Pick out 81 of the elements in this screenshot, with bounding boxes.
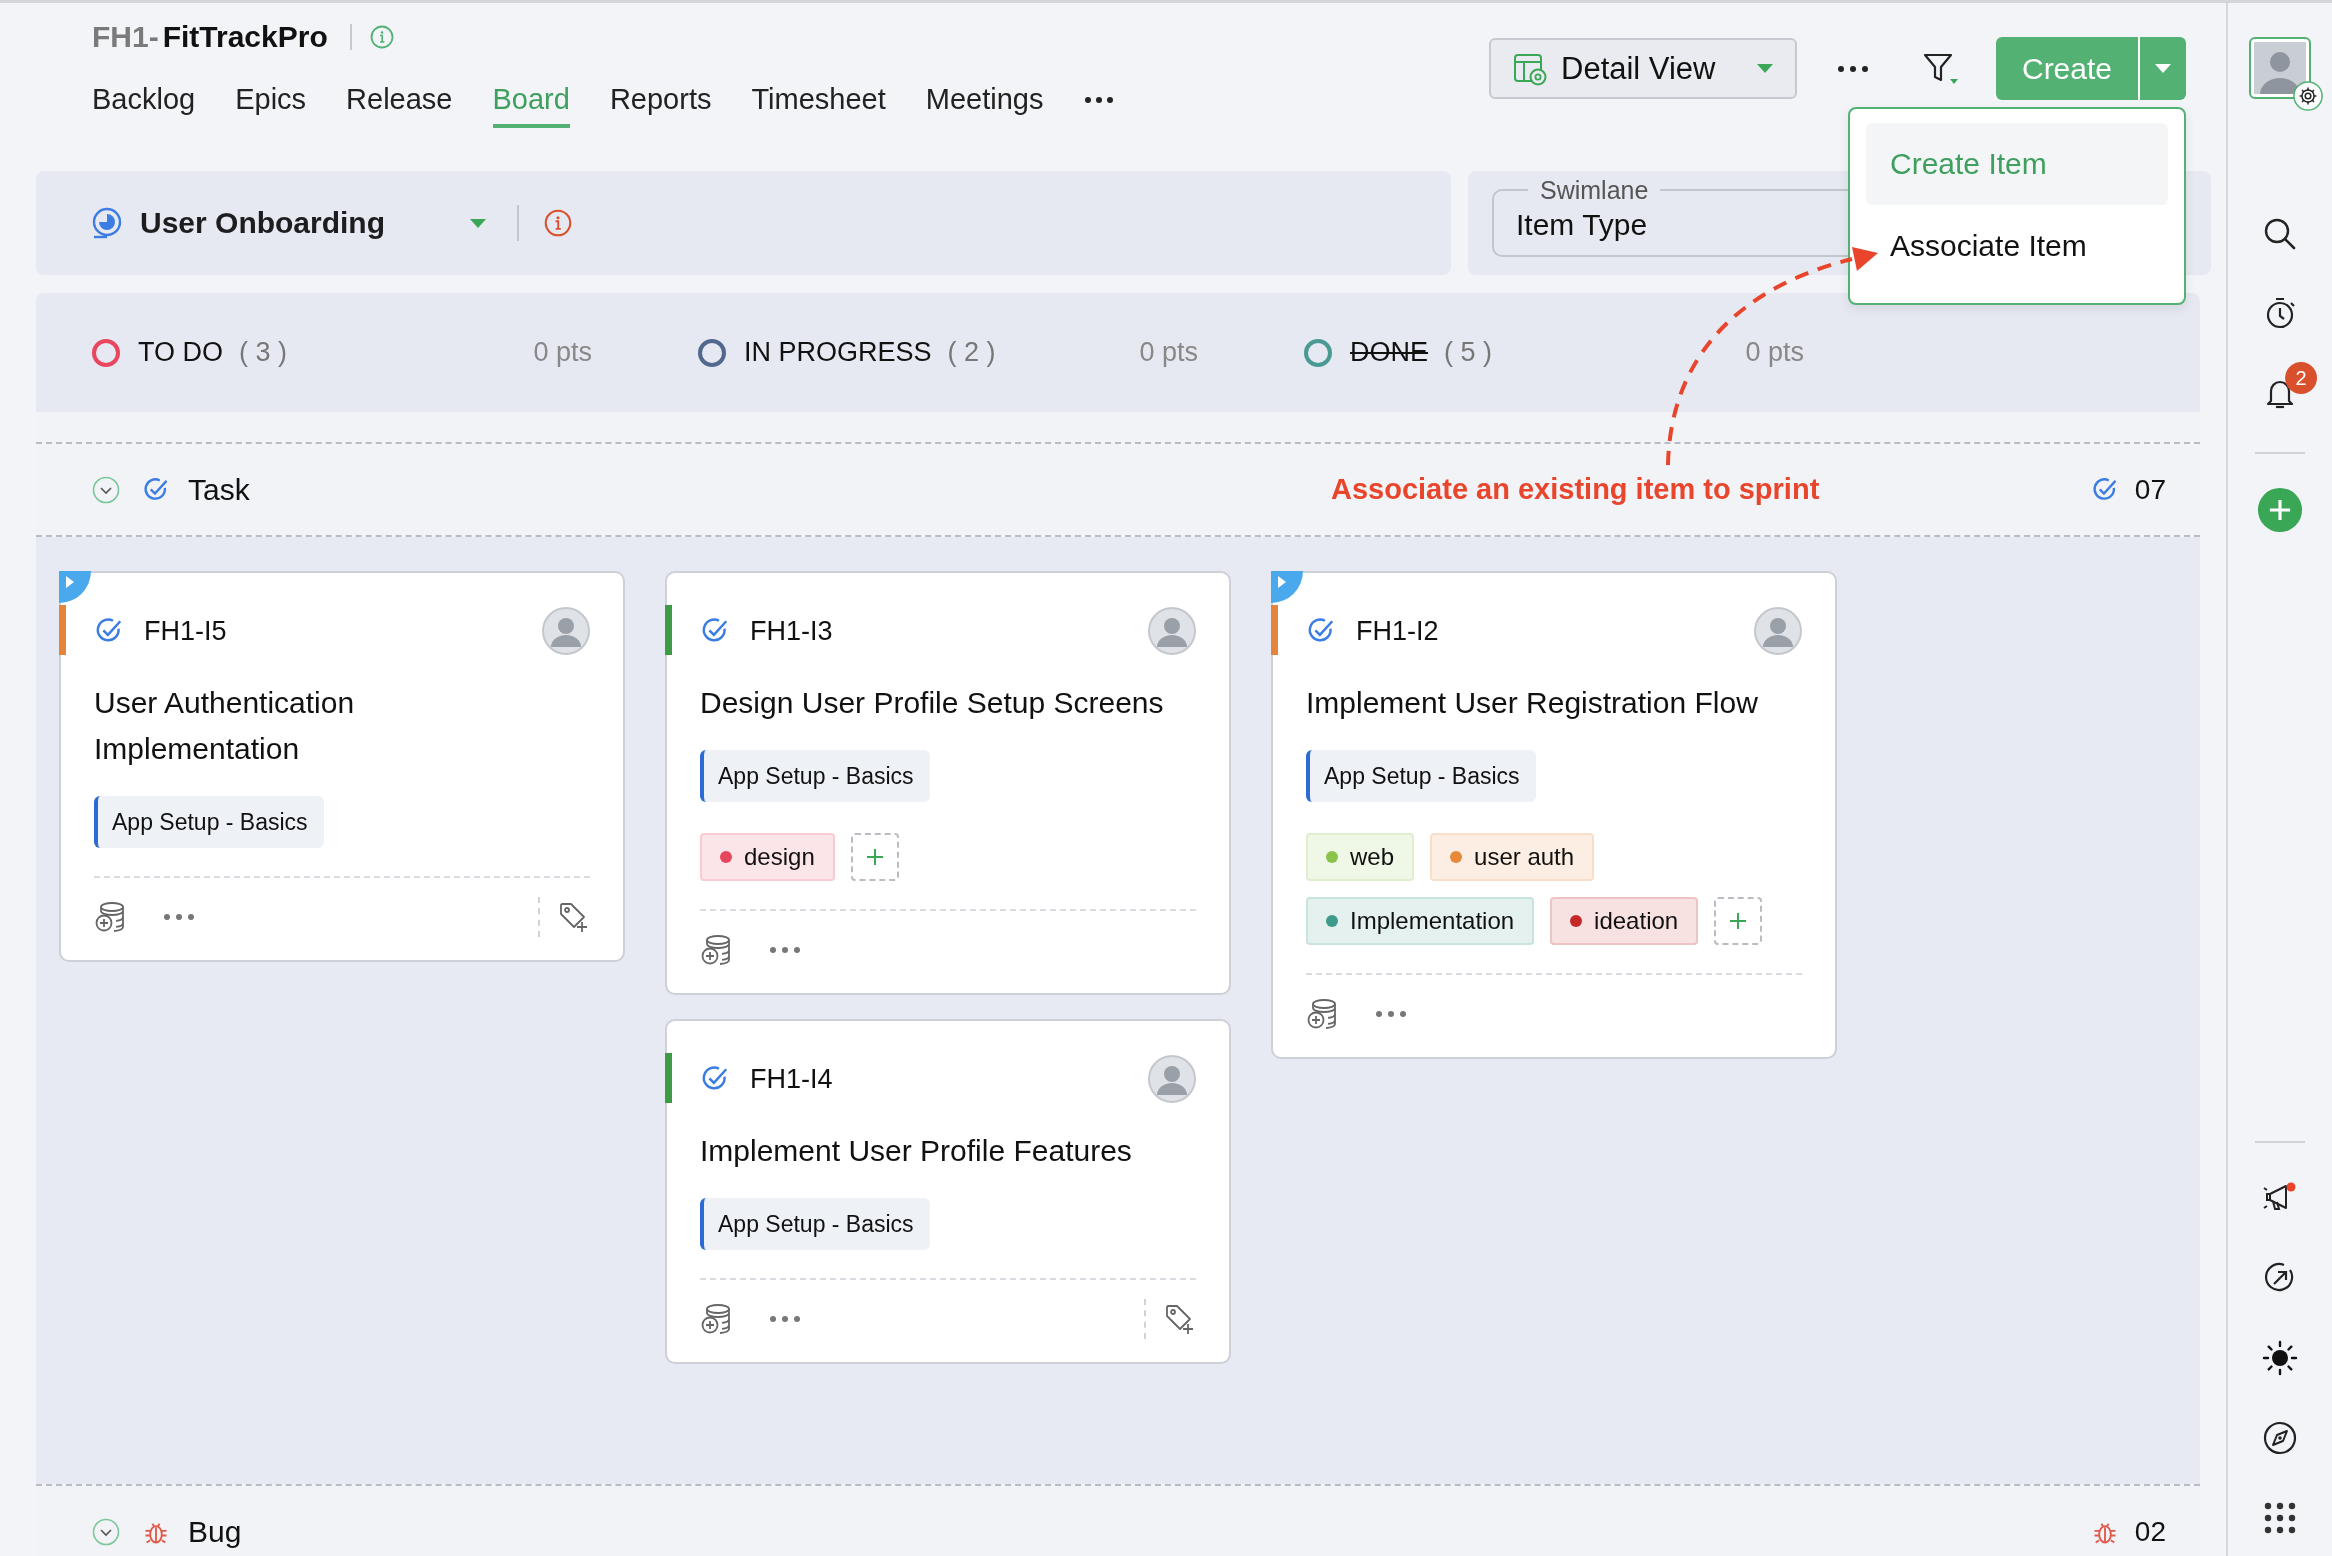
swimlane-label: Swimlane [1539,175,1650,205]
swimlane-count: 02 [2134,1515,2166,1548]
column-points: 0 pts [1139,337,1198,368]
database-plus-icon[interactable] [94,901,126,933]
add-tag-button[interactable] [850,833,899,881]
nav-tab[interactable]: Release [346,75,453,128]
apps-grid-icon[interactable] [2262,1500,2298,1536]
nav-tab[interactable]: Backlog [92,75,196,128]
caret-icon [1757,64,1773,73]
project-name: FitTrackPro [162,20,328,54]
create-menu-toggle[interactable] [2138,37,2186,100]
plus-icon [1728,911,1749,931]
task-card[interactable]: FH1-I2 Implement User Registration Flow App Setup - Basics web user auth Implementation ideation [1271,571,1837,1059]
table-gear-icon [1513,51,1547,86]
filter-icon[interactable] [1923,51,1959,86]
tag-plus-icon[interactable] [558,901,590,933]
user-avatar [1754,607,1802,655]
caret-icon[interactable] [470,218,486,228]
item-title: Implement User Registration Flow [1306,685,1759,721]
label-tag: web [1306,833,1415,881]
database-plus-icon[interactable] [700,934,732,966]
swimlane-title: Task [188,472,250,507]
column-title: IN PROGRESS [744,337,932,368]
annotation-text: Associate an existing item to sprint [1331,473,1820,506]
column-title: DONE [1350,337,1428,368]
column-count: ( 2 ) [947,337,996,368]
collapse-chevron-icon[interactable] [92,475,120,504]
swimlane-title: Bug [188,1514,242,1549]
epic-tag: App Setup - Basics [94,796,324,848]
collapse-chevron-icon[interactable] [92,1517,120,1546]
swimlane-count: 07 [2134,473,2166,506]
database-plus-icon[interactable] [700,1303,732,1335]
column-count: ( 3 ) [239,337,288,368]
add-icon[interactable] [2257,487,2303,533]
item-title: Design User Profile Setup Screens [700,685,1165,721]
label-tag: ideation [1550,897,1699,945]
item-id: FH1-I2 [1356,615,1439,647]
label-tag: user auth [1430,833,1595,881]
add-tag-button[interactable] [1714,897,1763,945]
item-id: FH1-I3 [750,615,833,647]
database-plus-icon[interactable] [1306,998,1338,1030]
notification-badge: 2 [2285,362,2317,394]
search-icon[interactable] [2263,217,2297,251]
settings-icon[interactable] [2293,81,2323,111]
nav-tab[interactable]: Meetings [925,75,1044,128]
nav-tab[interactable]: Reports [609,75,712,128]
caret-icon [2155,64,2171,73]
column-count: ( 5 ) [1444,337,1493,368]
task-card[interactable]: FH1-I4 Implement User Profile Features App Setup - Basics [665,1019,1231,1364]
more-icon[interactable] [1838,65,1868,72]
swimlane-value: Item Type [1516,207,1649,243]
item-id: FH1-I4 [750,1063,833,1095]
plus-icon [864,847,885,867]
menu-item[interactable]: Associate Item [1866,205,2168,287]
label-tag: design [700,833,835,881]
column-title: TO DO [138,337,223,368]
compass-icon[interactable] [2262,1420,2298,1456]
nav-tab[interactable]: Epics [235,75,307,128]
tag-plus-icon[interactable] [1164,1303,1196,1335]
sun-icon[interactable] [2262,1340,2298,1376]
column-points: 0 pts [1745,337,1804,368]
epic-tag: App Setup - Basics [1306,750,1536,802]
item-title: Implement User Profile Features [700,1133,1133,1169]
info-icon[interactable] [544,209,572,237]
epic-tag: App Setup - Basics [700,1198,930,1250]
sprint-name[interactable]: User Onboarding [140,206,470,240]
pie-circle-icon[interactable] [90,206,124,240]
task-card[interactable]: FH1-I3 Design User Profile Setup Screens App Setup - Basics design [665,571,1231,995]
item-title: User Authentication Implementation [94,685,356,767]
user-avatar [1148,607,1196,655]
user-avatar [542,607,590,655]
epic-tag: App Setup - Basics [700,750,930,802]
view-dropdown[interactable]: Detail View [1489,38,1797,99]
nav-tab[interactable]: Timesheet [751,75,886,128]
user-avatar [1148,1055,1196,1103]
project-key: FH1- [92,20,159,54]
task-card[interactable]: FH1-I5 User Authentication Implementation App Setup - Basics [59,571,625,962]
label-tag: Implementation [1306,897,1535,945]
more-icon[interactable] [1085,96,1114,103]
column-points: 0 pts [533,337,592,368]
item-id: FH1-I5 [144,615,227,647]
